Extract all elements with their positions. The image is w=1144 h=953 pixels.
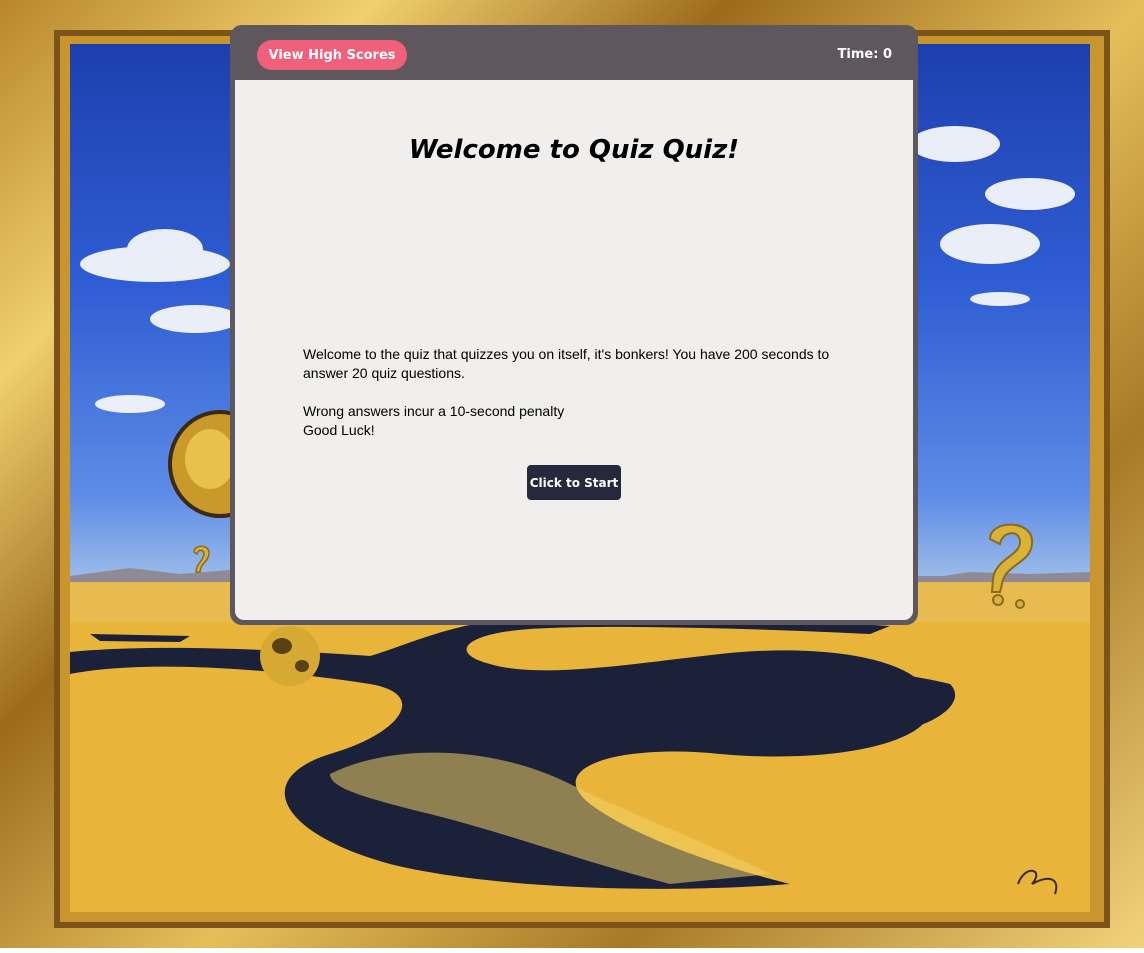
- timer-label: Time:: [837, 47, 883, 62]
- panel-body: Welcome to Quiz Quiz! Welcome to the qui…: [235, 80, 913, 620]
- start-quiz-button[interactable]: Click to Start: [527, 465, 621, 500]
- page-title: Welcome to Quiz Quiz!: [408, 135, 740, 165]
- good-luck-line: Good Luck!: [303, 422, 375, 438]
- intro-text: Welcome to the quiz that quizzes you on …: [303, 345, 863, 440]
- panel-header: View High Scores Time: 0: [230, 25, 918, 80]
- view-high-scores-button[interactable]: View High Scores: [257, 40, 407, 70]
- intro-line: Welcome to the quiz that quizzes you on …: [303, 346, 830, 381]
- timer-value: 0: [882, 47, 892, 62]
- penalty-line: Wrong answers incur a 10-second penalty: [303, 403, 565, 419]
- quiz-panel: View High Scores Time: 0 Welcome to Quiz…: [230, 25, 918, 625]
- timer-display: Time: 0: [838, 47, 892, 62]
